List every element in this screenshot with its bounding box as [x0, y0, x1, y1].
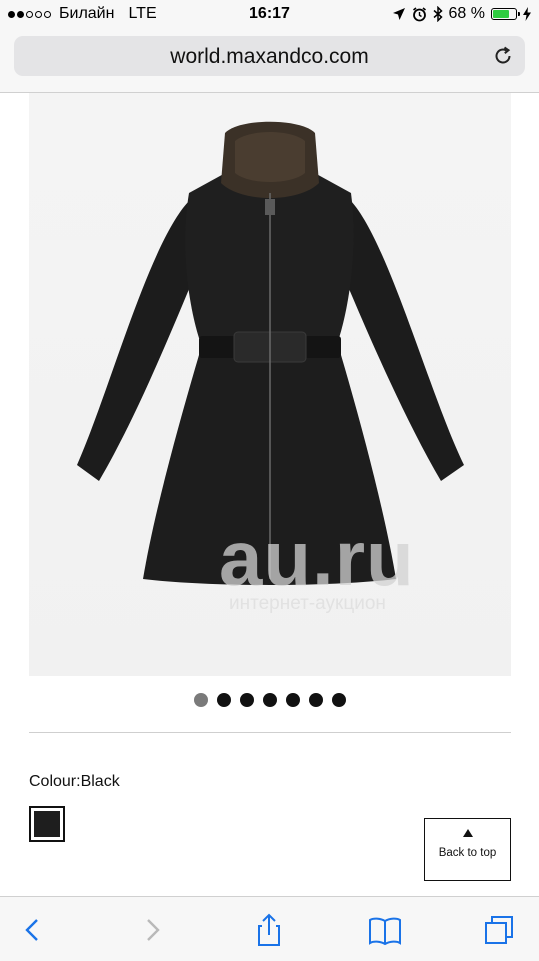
browser-toolbar — [0, 896, 539, 961]
colour-label: Colour:Black — [29, 773, 120, 790]
carousel-dot[interactable] — [239, 693, 254, 707]
charging-icon — [523, 7, 531, 21]
arrow-up-icon — [462, 829, 473, 837]
product-image[interactable]: au.ru интернет-аукцион — [29, 93, 511, 676]
back-to-top-label: Back to top — [438, 847, 497, 859]
carousel-dot[interactable] — [216, 693, 231, 707]
back-to-top-button[interactable]: Back to top — [424, 818, 511, 881]
battery-icon — [491, 8, 520, 20]
bookmarks-icon[interactable] — [368, 913, 402, 947]
watermark-subtitle: интернет-аукцион — [229, 593, 386, 614]
colour-swatch-black[interactable] — [29, 806, 65, 842]
bluetooth-icon — [433, 6, 443, 22]
carousel-dots — [0, 693, 539, 707]
forward-icon[interactable] — [135, 913, 169, 947]
tabs-icon[interactable] — [482, 913, 516, 947]
carousel-dot[interactable] — [331, 693, 346, 707]
divider — [29, 732, 511, 733]
swatch-fill — [34, 811, 60, 837]
carousel-dot[interactable] — [308, 693, 323, 707]
carousel-dot[interactable] — [262, 693, 277, 707]
status-right: 68 % — [392, 5, 531, 23]
address-bar[interactable]: world.maxandco.com — [14, 36, 525, 76]
address-area: world.maxandco.com — [0, 30, 539, 93]
carousel-dot[interactable] — [193, 693, 208, 707]
share-icon[interactable] — [252, 913, 286, 947]
carousel-dot[interactable] — [285, 693, 300, 707]
location-icon — [392, 8, 405, 20]
battery-percent: 68 % — [448, 5, 485, 22]
reload-icon[interactable] — [491, 44, 515, 68]
watermark: au.ru — [219, 514, 415, 602]
alarm-icon — [412, 6, 426, 21]
status-bar: Билайн LTE 16:17 68 % — [0, 0, 539, 30]
back-icon[interactable] — [16, 913, 50, 947]
url-text[interactable]: world.maxandco.com — [14, 45, 525, 69]
